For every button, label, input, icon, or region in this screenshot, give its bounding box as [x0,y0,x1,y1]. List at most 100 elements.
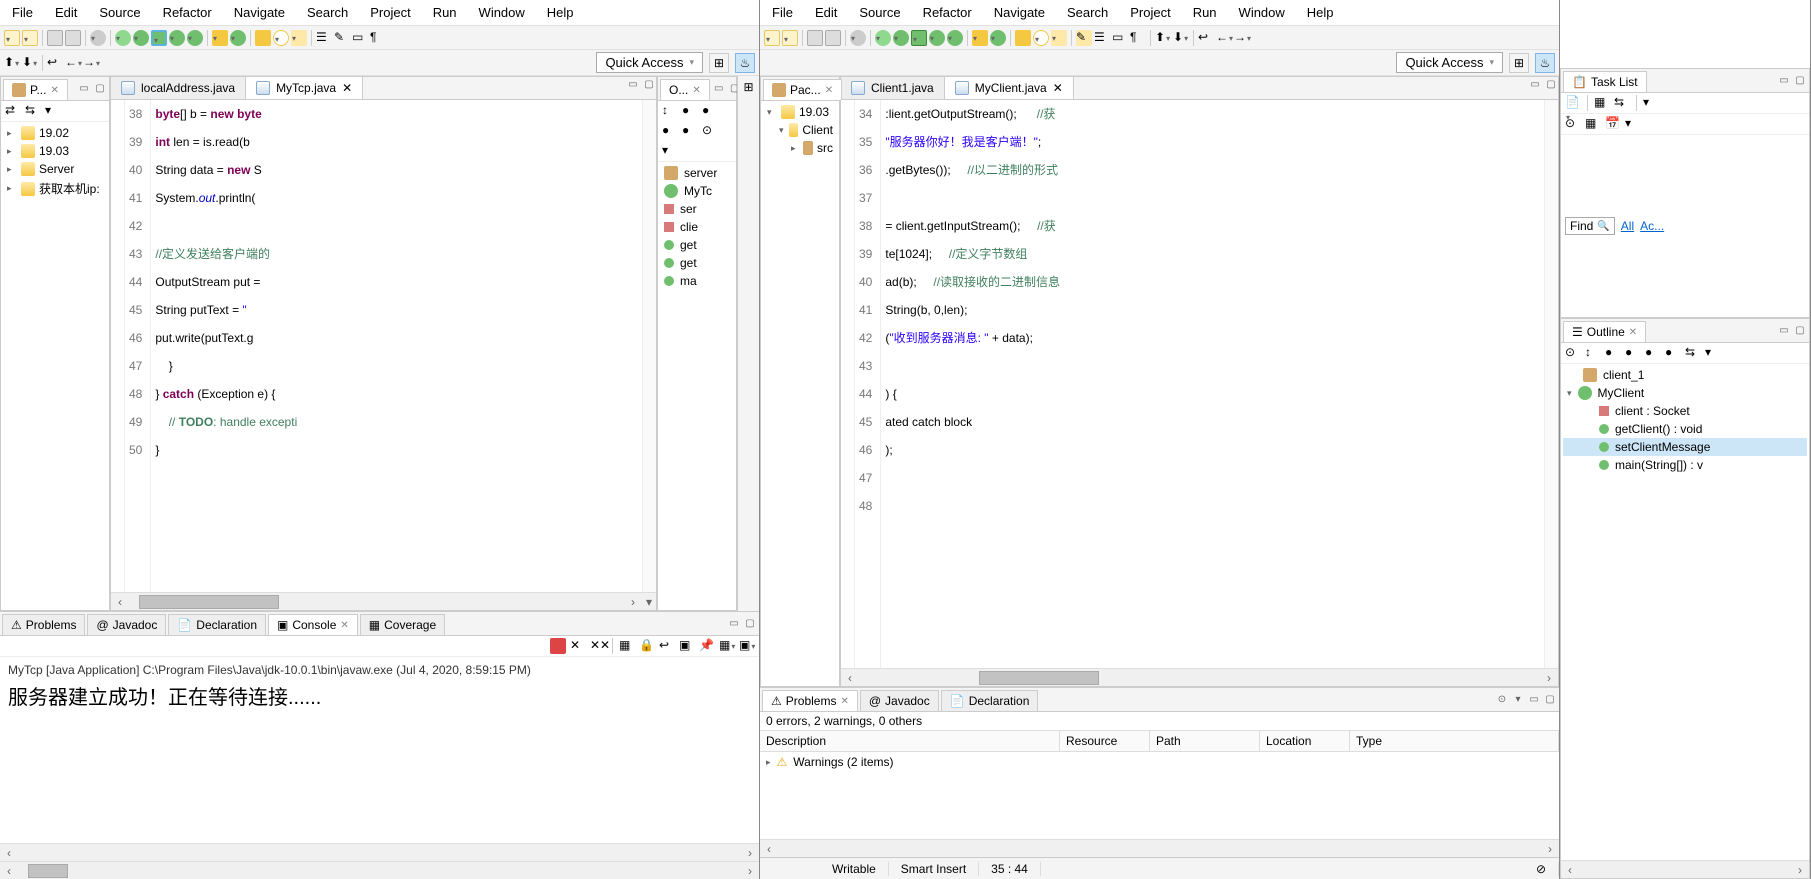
menu-search[interactable]: Search [1063,3,1112,22]
focus-icon[interactable]: ⊙ [1495,693,1509,707]
console-body[interactable]: MyTcp [Java Application] C:\Program File… [0,657,759,843]
tree-item[interactable]: ▸19.02 [3,124,107,142]
menu-refactor[interactable]: Refactor [919,3,976,22]
tab-javadoc[interactable]: @Javadoc [860,690,939,711]
show-whitespace-icon[interactable]: ¶ [1130,30,1146,46]
view-menu-icon[interactable]: ▾ [1705,345,1721,361]
menu-run[interactable]: Run [1189,3,1221,22]
task-list-tab[interactable]: 📋 Task List [1563,71,1647,92]
col-description[interactable]: Description [760,731,1060,751]
pin-console-icon[interactable]: 📌 [699,638,715,654]
outline-item[interactable]: ▾MyClient [1563,384,1807,402]
menu-search[interactable]: Search [303,3,352,22]
close-icon[interactable]: ✕ [342,81,352,95]
open-console-icon[interactable]: ▣ [739,638,755,654]
remove-all-icon[interactable]: ✕✕ [590,638,606,654]
outline-tab[interactable]: O... ✕ [660,79,710,100]
hscrollbar-left[interactable]: ‹›▾ [111,592,656,610]
outline-item[interactable]: clie [660,218,734,236]
collapse-all-icon[interactable]: ⇄ [5,103,21,119]
collapse-icon[interactable]: ▾ [1643,95,1659,111]
prev-annotation-icon[interactable]: ⬆ [4,55,20,71]
tree-item[interactable]: ▸Server [3,160,107,178]
task-find-input[interactable]: Find [1565,217,1615,235]
outline-item[interactable]: get [660,236,734,254]
code-area-right[interactable]: 343536373839404142434445464748 :lient.ge… [841,100,1558,668]
tab-mytcp[interactable]: MyTcp.java ✕ [246,77,363,99]
run-icon[interactable] [893,30,909,46]
debug-icon[interactable] [115,30,131,46]
open-perspective-icon[interactable]: ⊞ [1509,53,1529,73]
close-icon[interactable]: ✕ [340,620,348,631]
new-package-icon[interactable] [972,30,988,46]
debug-icon[interactable] [875,30,891,46]
maximize-icon[interactable]: ▢ [1793,74,1807,88]
menu-project[interactable]: Project [1126,3,1174,22]
tab-problems[interactable]: ⚠Problems [2,614,85,635]
menu-project[interactable]: Project [366,3,414,22]
tree-item[interactable]: ▸19.03 [3,142,107,160]
back-icon[interactable]: ← [1216,30,1232,46]
outline-item[interactable]: getClient() : void [1563,420,1807,438]
maximize-icon[interactable]: ▢ [1793,324,1807,338]
problems-row-warnings[interactable]: ▸ ⚠ Warnings (2 items) [760,752,1559,772]
view-menu-icon[interactable]: ▾ [1625,116,1641,132]
outline-item[interactable]: main(String[]) : v [1563,456,1807,474]
maximize-icon[interactable]: ▢ [743,617,757,631]
save-all-icon[interactable] [825,30,841,46]
java-perspective-icon[interactable]: ♨ [1535,53,1555,73]
tab-javadoc[interactable]: @Javadoc [87,614,166,635]
run-last-icon[interactable] [929,30,945,46]
focus-icon[interactable]: ⊙ [1565,345,1581,361]
hscrollbar-console[interactable]: ‹› [0,843,759,861]
minimize-icon[interactable]: ▭ [727,617,741,631]
maximize-icon[interactable]: ▢ [1543,693,1557,707]
maximize-icon[interactable]: ▢ [1544,77,1558,91]
menu-help[interactable]: Help [1303,3,1338,22]
new-task-icon[interactable]: 📄 [1565,95,1581,111]
minimize-icon[interactable]: ▭ [1528,77,1542,91]
hscrollbar-problems[interactable]: ‹› [760,839,1559,857]
categorize-icon[interactable]: ▦ [1594,95,1610,111]
task-filter-all[interactable]: All [1621,219,1634,233]
highlight-icon[interactable]: ✎ [1076,30,1092,46]
menu-window[interactable]: Window [1235,3,1289,22]
scroll-lock-icon[interactable]: 🔒 [639,638,655,654]
hide-nonpublic-icon[interactable]: ● [662,123,678,139]
save-icon[interactable] [47,30,63,46]
hide-local-icon[interactable]: ● [682,123,698,139]
new-project-icon[interactable] [782,30,798,46]
link-editor-icon[interactable]: ⇆ [1685,345,1701,361]
word-wrap-icon[interactable]: ↩ [659,638,675,654]
close-icon[interactable]: ✕ [692,85,700,96]
toggle-breadcrumb-icon[interactable]: ☰ [1094,30,1110,46]
outline-item[interactable]: MyTc [660,182,734,200]
new-icon[interactable] [4,30,20,46]
back-icon[interactable]: ← [65,55,81,71]
col-path[interactable]: Path [1150,731,1260,751]
col-location[interactable]: Location [1260,731,1350,751]
java-perspective-icon[interactable]: ♨ [735,53,755,73]
new-icon[interactable] [764,30,780,46]
hide-static-icon[interactable]: ● [702,103,718,119]
toggle-mark-occurrences-icon[interactable]: ✎ [334,30,350,46]
focus-workweek-icon[interactable]: ⊙ [1565,116,1581,132]
outline-item[interactable]: ser [660,200,734,218]
open-type-icon[interactable] [1015,30,1031,46]
view-menu-icon[interactable]: ▾ [45,103,61,119]
external-tools-icon[interactable] [947,30,963,46]
link-editor-icon[interactable]: ⇆ [25,103,41,119]
menu-edit[interactable]: Edit [811,3,841,22]
next-annotation-icon[interactable]: ⬇ [22,55,38,71]
code-area-left[interactable]: 38394041424344454647484950 byte[] b = ne… [111,100,656,592]
menu-navigate[interactable]: Navigate [990,3,1049,22]
new-class-icon[interactable] [990,30,1006,46]
tree-item[interactable]: ▾Client [763,121,837,139]
tree-item[interactable]: ▸src [763,139,837,157]
tab-declaration[interactable]: 📄Declaration [941,690,1039,711]
new-project-icon[interactable] [22,30,38,46]
run-icon[interactable] [133,30,149,46]
overview-ruler[interactable] [642,100,656,592]
show-console-icon[interactable]: ▣ [679,638,695,654]
close-icon[interactable]: ✕ [1629,327,1637,338]
